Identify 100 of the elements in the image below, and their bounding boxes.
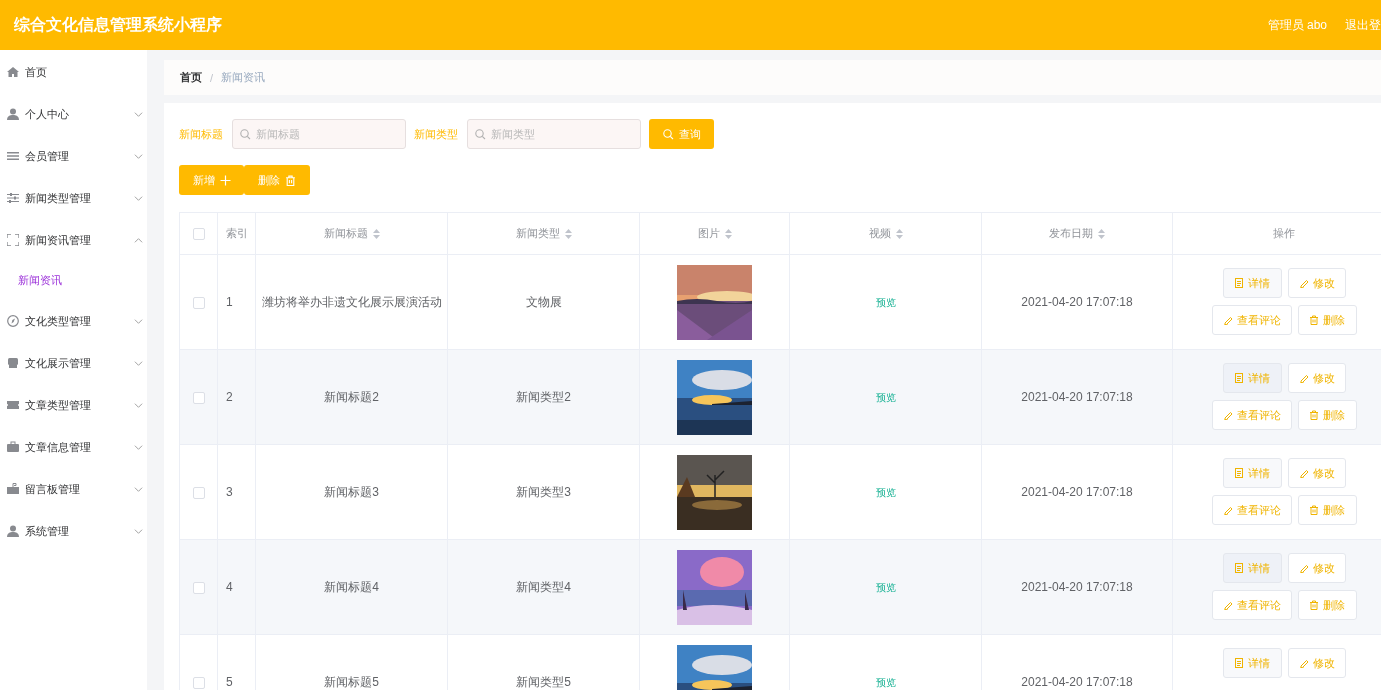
- sidebar-label: 文化展示管理: [25, 355, 92, 371]
- table-cell: 新闻标题4: [255, 539, 448, 635]
- sidebar-item[interactable]: 会员管理: [0, 135, 147, 177]
- comments-button[interactable]: 查看评论: [1211, 495, 1292, 525]
- sidebar-item[interactable]: 新闻资讯管理: [0, 219, 147, 261]
- sidebar-label: 文章信息管理: [25, 439, 92, 455]
- app-title: 综合文化信息管理系统小程序: [14, 14, 223, 35]
- plus-icon: [219, 174, 231, 186]
- comments-button[interactable]: 查看评论: [1211, 590, 1292, 620]
- delete-button[interactable]: 删除: [244, 165, 310, 195]
- checkbox[interactable]: [192, 581, 205, 594]
- field-label: 新闻标题: [179, 126, 223, 142]
- breadcrumb-link[interactable]: 首页: [180, 70, 202, 85]
- sidebar-subitem[interactable]: 新闻资讯: [0, 261, 147, 300]
- delete-button[interactable]: 删除: [1297, 400, 1357, 430]
- logout-link[interactable]: 退出登: [1345, 16, 1381, 34]
- document-icon: [1234, 658, 1244, 668]
- checkbox[interactable]: [192, 228, 205, 241]
- preview-link[interactable]: 预览: [875, 676, 896, 688]
- column-header: 索引: [226, 226, 248, 241]
- sidebar-item[interactable]: 文章类型管理: [0, 384, 147, 426]
- detail-button[interactable]: 详情: [1222, 458, 1282, 488]
- table-cell: 新闻类型2: [447, 349, 640, 445]
- comments-button[interactable]: 查看评论: [1211, 305, 1292, 335]
- sidebar-item[interactable]: 文章信息管理: [0, 426, 147, 468]
- document-icon: [1234, 468, 1244, 478]
- delete-button[interactable]: 删除: [1297, 495, 1357, 525]
- trash-icon: [1309, 410, 1319, 420]
- preview-link[interactable]: 预览: [875, 486, 896, 498]
- breadcrumb-separator: /: [210, 71, 214, 84]
- printer-icon: [7, 357, 19, 369]
- checkbox[interactable]: [192, 676, 205, 689]
- sliders-icon: [7, 192, 19, 204]
- detail-button[interactable]: 详情: [1222, 648, 1282, 678]
- edit-button[interactable]: 修改: [1287, 268, 1346, 298]
- breadcrumb-link[interactable]: 新闻资讯: [221, 70, 266, 85]
- checkbox[interactable]: [192, 296, 205, 309]
- sidebar-label: 新闻类型管理: [25, 190, 92, 206]
- user-icon: [7, 525, 19, 537]
- sidebar-item[interactable]: 个人中心: [0, 93, 147, 135]
- search-icon: [475, 129, 486, 140]
- checkbox[interactable]: [192, 391, 205, 404]
- detail-button[interactable]: 详情: [1222, 268, 1282, 298]
- expand-icon: [7, 234, 19, 246]
- comments-button[interactable]: 查看评论: [1211, 400, 1292, 430]
- detail-button[interactable]: 详情: [1222, 553, 1282, 583]
- edit-button[interactable]: 修改: [1287, 363, 1346, 393]
- pencil-icon: [1298, 563, 1309, 573]
- table-cell: 2021-04-20 17:07:18: [981, 444, 1173, 540]
- sidebar-item[interactable]: 新闻类型管理: [0, 177, 147, 219]
- search-field[interactable]: 新闻类型: [467, 119, 641, 149]
- sidebar-label: 新闻资讯管理: [25, 232, 92, 248]
- home-icon: [7, 66, 19, 78]
- pencil-icon: [1222, 600, 1233, 610]
- sidebar-label: 首页: [25, 64, 48, 80]
- sidebar-label: 个人中心: [25, 106, 70, 122]
- sidebar-label: 文化类型管理: [25, 313, 92, 329]
- preview-link[interactable]: 预览: [875, 296, 896, 308]
- add-button[interactable]: 新增: [179, 165, 244, 195]
- edit-button[interactable]: 修改: [1287, 553, 1346, 583]
- pencil-icon: [1298, 658, 1309, 668]
- table-cell: 新闻类型3: [447, 444, 640, 540]
- table-cell: 2: [217, 349, 256, 445]
- sidebar-item[interactable]: 文化类型管理: [0, 300, 147, 342]
- checkbox[interactable]: [192, 486, 205, 499]
- table-cell: 1: [217, 254, 256, 350]
- pencil-icon: [1298, 468, 1309, 478]
- document-icon: [1234, 563, 1244, 573]
- sidebar-label: 系统管理: [25, 523, 70, 539]
- table-cell: 2021-04-20 17:07:18: [981, 254, 1173, 350]
- detail-button[interactable]: 详情: [1222, 363, 1282, 393]
- field-label: 新闻类型: [414, 126, 458, 142]
- user-icon: [7, 108, 19, 120]
- sidebar-item[interactable]: 系统管理: [0, 510, 147, 552]
- edit-button[interactable]: 修改: [1287, 458, 1346, 488]
- pencil-icon: [1298, 373, 1309, 383]
- table-cell: 新闻类型4: [447, 539, 640, 635]
- table-cell: 潍坊将举办非遗文化展示展演活动: [255, 254, 448, 350]
- briefcase-icon: [7, 441, 19, 453]
- search-button[interactable]: 查询: [649, 119, 714, 149]
- preview-link[interactable]: 预览: [875, 581, 896, 593]
- pencil-icon: [1222, 505, 1233, 515]
- compass-icon: [7, 315, 19, 327]
- column-header: 发布日期: [1049, 226, 1093, 241]
- preview-link[interactable]: 预览: [875, 391, 896, 403]
- table-cell: 3: [217, 444, 256, 540]
- trash-icon: [1309, 600, 1319, 610]
- table-cell: 新闻标题2: [255, 349, 448, 445]
- delete-button[interactable]: 删除: [1297, 305, 1357, 335]
- sidebar-item[interactable]: 首页: [0, 51, 147, 93]
- column-header: 图片: [697, 226, 720, 241]
- document-icon: [1234, 278, 1244, 288]
- delete-button[interactable]: 删除: [1297, 590, 1357, 620]
- sidebar-item[interactable]: 留言板管理: [0, 468, 147, 510]
- mailbox-icon: [7, 483, 19, 495]
- column-header: 新闻类型: [515, 226, 560, 241]
- trash-icon: [1309, 505, 1319, 515]
- edit-button[interactable]: 修改: [1287, 648, 1346, 678]
- sidebar-item[interactable]: 文化展示管理: [0, 342, 147, 384]
- sidebar-label: 留言板管理: [25, 481, 81, 497]
